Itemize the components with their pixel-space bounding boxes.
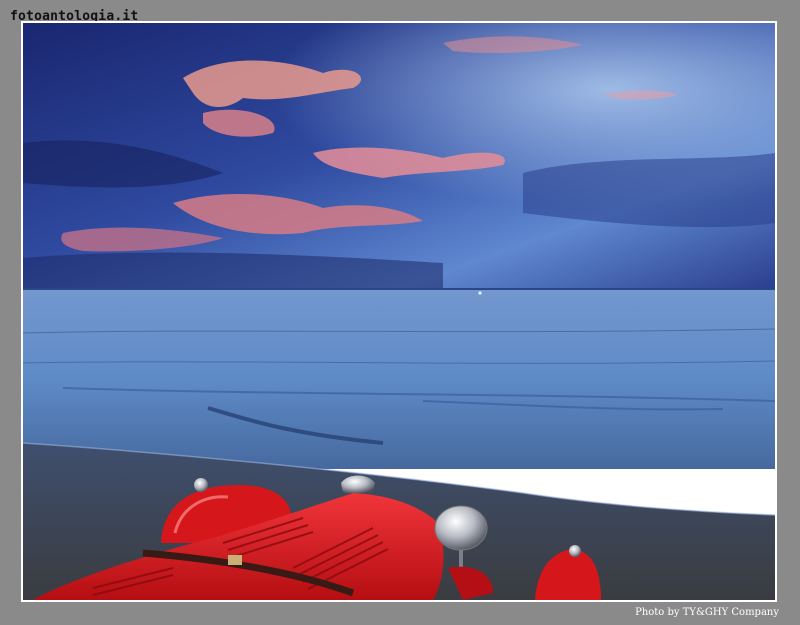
photo-credit: Photo by TY&GHY Company: [635, 607, 779, 618]
sea: [23, 289, 775, 469]
photo-frame: [21, 21, 777, 602]
photo-scene: [23, 23, 775, 600]
distant-sail: [478, 291, 482, 295]
photograph: [23, 23, 775, 600]
